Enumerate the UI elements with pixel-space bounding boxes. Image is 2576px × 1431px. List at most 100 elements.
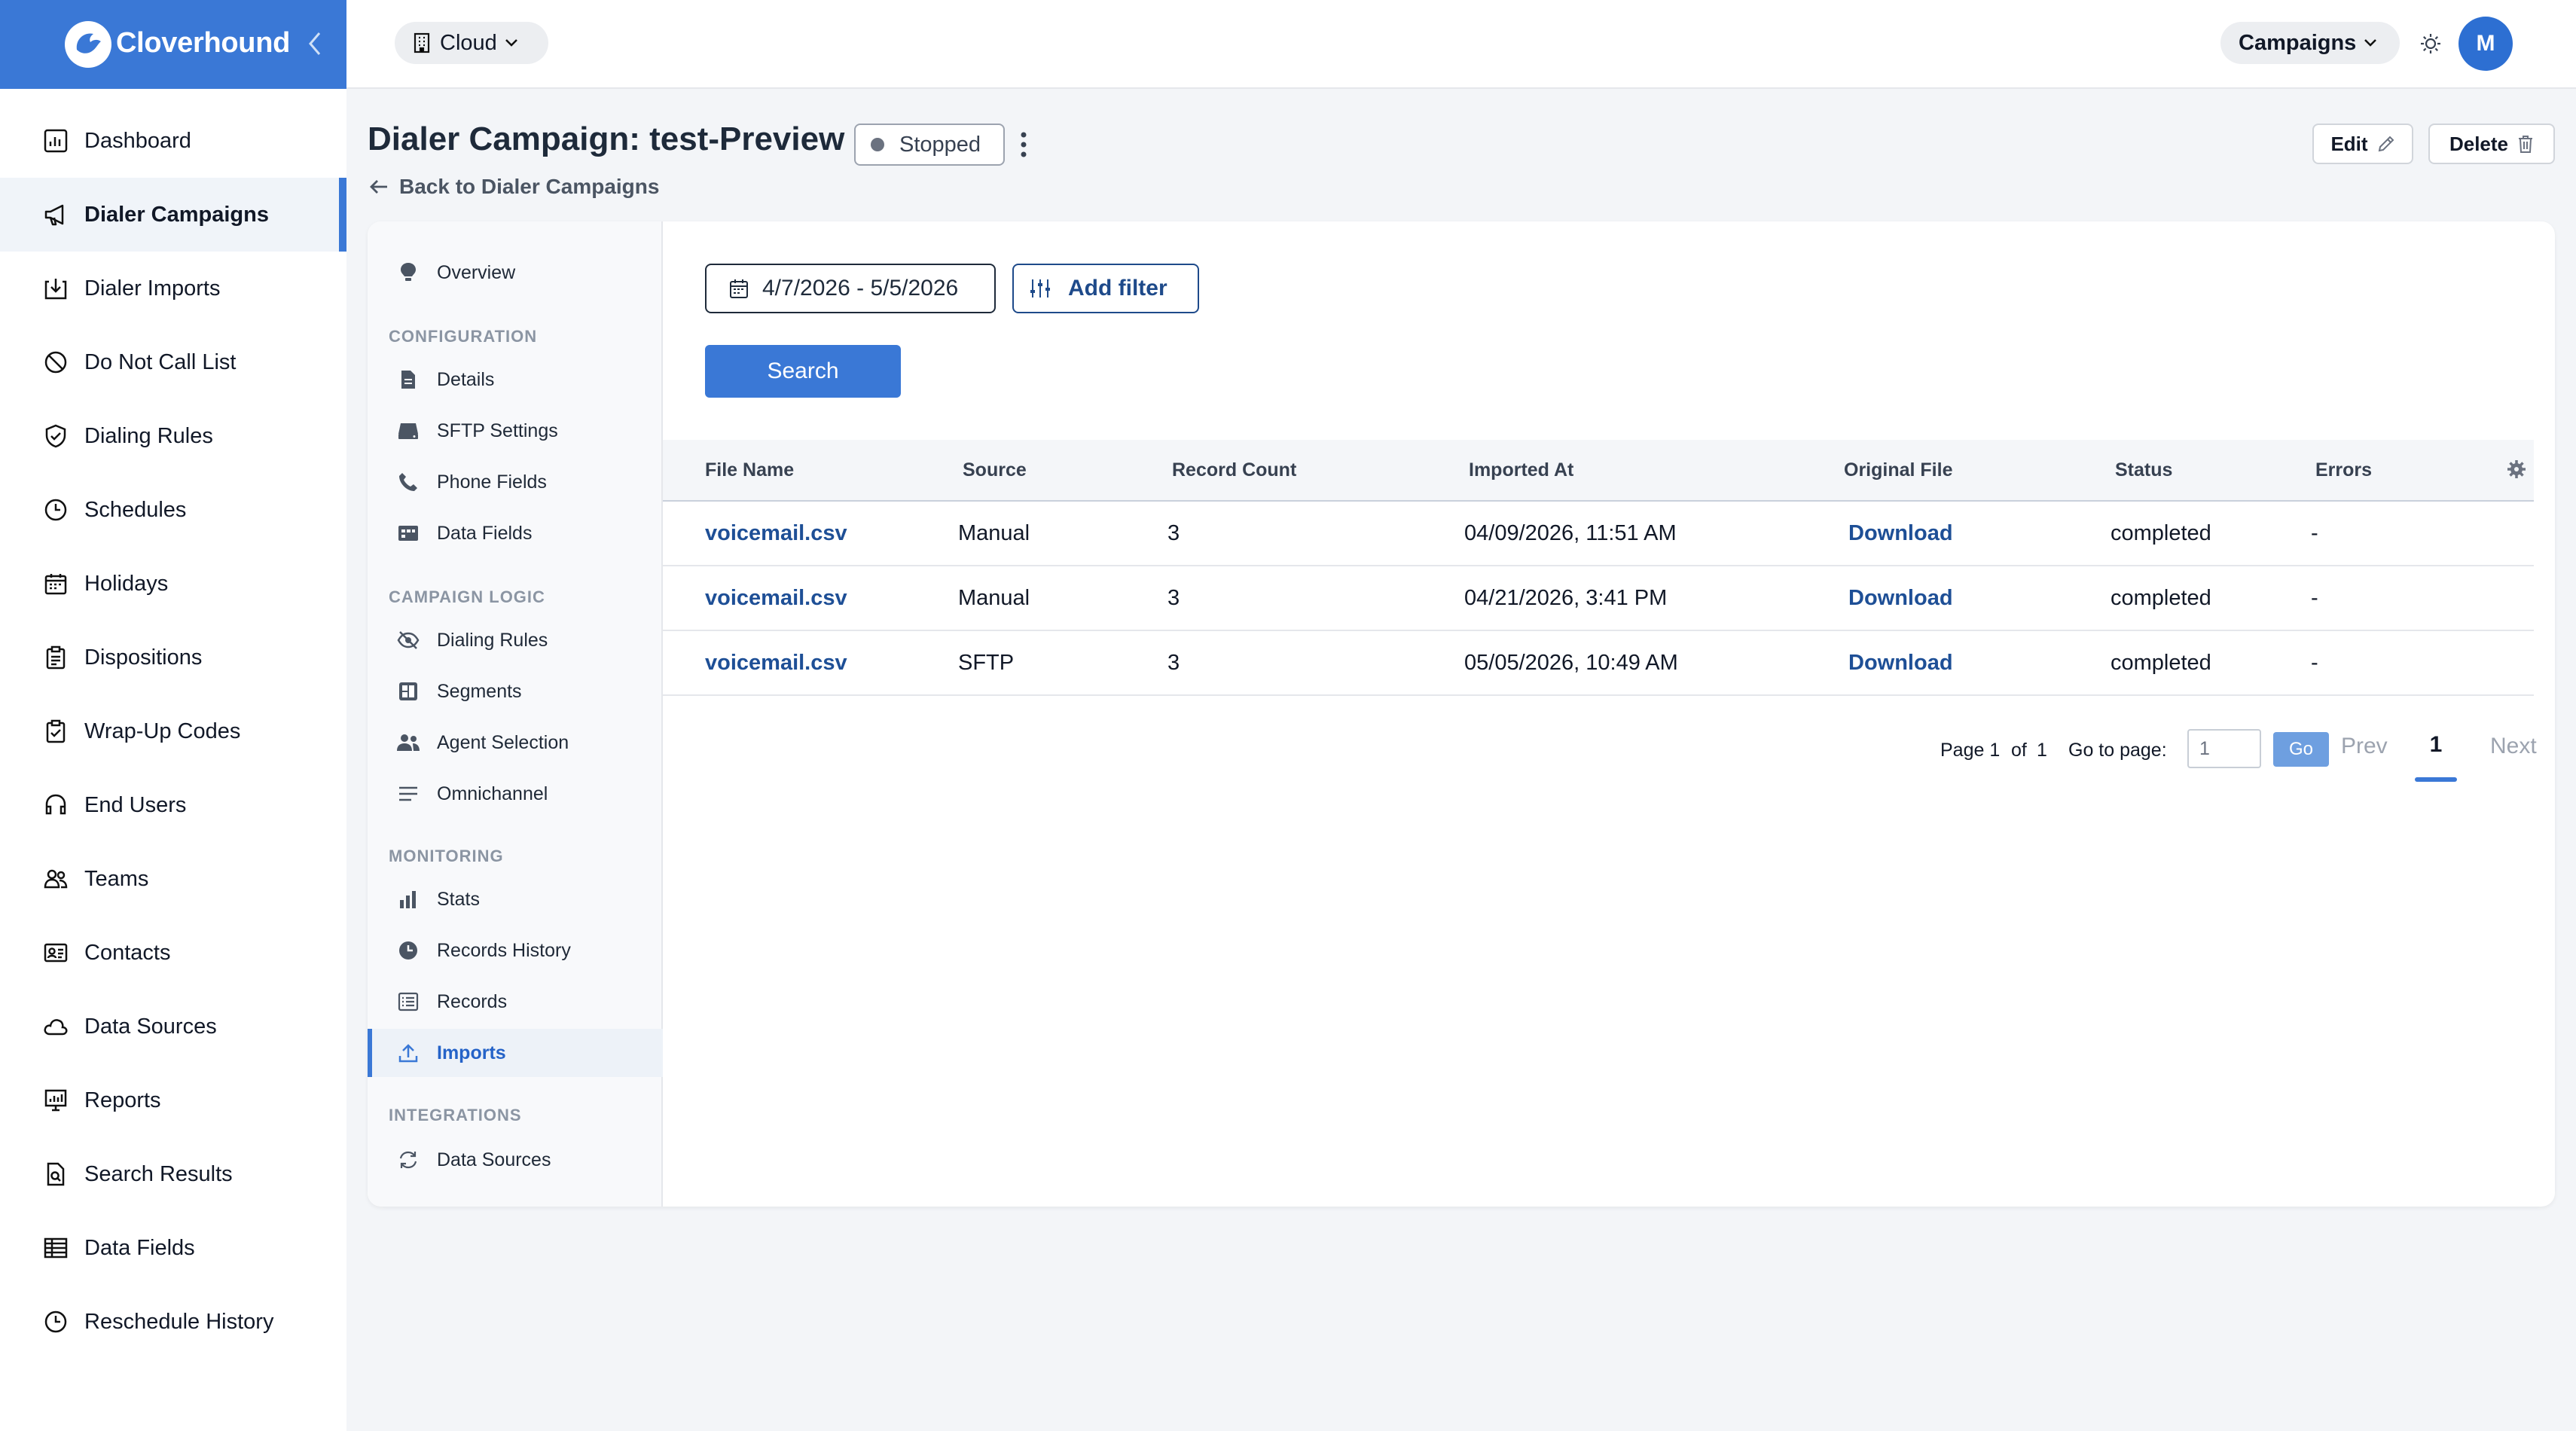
status-dot-icon bbox=[871, 138, 884, 151]
column-header-status[interactable]: Status bbox=[2115, 459, 2172, 481]
sun-icon[interactable] bbox=[2416, 29, 2445, 58]
source-cell: SFTP bbox=[958, 651, 1015, 675]
total-pages: 1 bbox=[2037, 740, 2047, 761]
collapse-sidebar-icon[interactable] bbox=[301, 29, 328, 59]
more-options-icon[interactable] bbox=[1012, 128, 1035, 161]
sidebar-item-label: Holidays bbox=[84, 571, 169, 596]
user-avatar[interactable]: M bbox=[2458, 17, 2513, 71]
column-header-imported-at[interactable]: Imported At bbox=[1469, 459, 1573, 481]
sidebar-item-label: Dialing Rules bbox=[84, 423, 213, 448]
org-selector[interactable]: Cloud bbox=[395, 22, 548, 64]
sidebar-item-dashboard[interactable]: Dashboard bbox=[0, 104, 346, 178]
subnav-item-details[interactable]: Details bbox=[368, 355, 663, 404]
subnav-item-overview[interactable]: Overview bbox=[368, 249, 663, 297]
subnav-label: Data Fields bbox=[437, 522, 533, 544]
sidebar-item-holidays[interactable]: Holidays bbox=[0, 547, 346, 621]
subnav-item-data-sources[interactable]: Data Sources bbox=[368, 1136, 663, 1184]
subnav-item-segments[interactable]: Segments bbox=[368, 667, 663, 716]
column-header-original-file[interactable]: Original File bbox=[1844, 459, 1952, 481]
subnav-item-omnichannel[interactable]: Omnichannel bbox=[368, 770, 663, 818]
file-name-link[interactable]: voicemail.csv bbox=[705, 651, 847, 676]
sidebar-item-dispositions[interactable]: Dispositions bbox=[0, 621, 346, 694]
sidebar-item-search-results[interactable]: Search Results bbox=[0, 1137, 346, 1211]
subnav-item-phone-fields[interactable]: Phone Fields bbox=[368, 458, 663, 506]
calendar-icon bbox=[729, 278, 749, 299]
go-button[interactable]: Go bbox=[2273, 732, 2329, 767]
goto-page-input[interactable]: 1 bbox=[2187, 729, 2261, 768]
sidebar-item-label: Dispositions bbox=[84, 645, 203, 670]
status-label: Stopped bbox=[899, 132, 981, 157]
sidebar-item-label: Dialer Campaigns bbox=[84, 202, 269, 227]
sidebar-item-teams[interactable]: Teams bbox=[0, 842, 346, 916]
subnav-label: Agent Selection bbox=[437, 731, 569, 753]
back-to-campaigns-link[interactable]: Back to Dialer Campaigns bbox=[369, 175, 659, 199]
sidebar-item-reports[interactable]: Reports bbox=[0, 1063, 346, 1137]
sidebar-item-dialer-campaigns[interactable]: Dialer Campaigns bbox=[0, 178, 346, 252]
bar-chart-icon bbox=[395, 886, 422, 913]
sidebar-item-do-not-call-list[interactable]: Do Not Call List bbox=[0, 325, 346, 399]
download-link[interactable]: Download bbox=[1848, 586, 1953, 611]
sidebar-item-contacts[interactable]: Contacts bbox=[0, 916, 346, 990]
table-header: File Name Source Record Count Imported A… bbox=[663, 440, 2534, 502]
gear-icon[interactable] bbox=[2507, 459, 2529, 482]
sidebar-item-end-users[interactable]: End Users bbox=[0, 768, 346, 842]
table-row: voicemail.csv Manual 3 04/09/2026, 11:51… bbox=[663, 502, 2534, 566]
download-link[interactable]: Download bbox=[1848, 521, 1953, 546]
sliders-icon bbox=[1029, 278, 1051, 299]
brand-name[interactable]: Cloverhound bbox=[116, 27, 290, 59]
cloverhound-logo-icon[interactable] bbox=[65, 21, 111, 68]
sidebar-item-data-sources[interactable]: Data Sources bbox=[0, 990, 346, 1063]
segments-icon bbox=[395, 678, 422, 705]
download-link[interactable]: Download bbox=[1848, 651, 1953, 676]
subnav-item-sftp-settings[interactable]: SFTP Settings bbox=[368, 407, 663, 455]
page-indicator: Page 1 bbox=[1940, 740, 2001, 761]
sidebar-item-label: Reports bbox=[84, 1088, 161, 1112]
column-header-errors[interactable]: Errors bbox=[2315, 459, 2372, 481]
subnav-item-records[interactable]: Records bbox=[368, 978, 663, 1026]
building-icon bbox=[413, 32, 431, 53]
file-name-link[interactable]: voicemail.csv bbox=[705, 521, 847, 546]
subnav-item-agent-selection[interactable]: Agent Selection bbox=[368, 719, 663, 767]
subnav-item-records-history[interactable]: Records History bbox=[368, 926, 663, 975]
column-header-file-name[interactable]: File Name bbox=[705, 459, 794, 481]
add-filter-button[interactable]: Add filter bbox=[1012, 264, 1199, 313]
subnav-item-dialing-rules[interactable]: Dialing Rules bbox=[368, 616, 663, 664]
file-name-link[interactable]: voicemail.csv bbox=[705, 586, 847, 611]
document-icon bbox=[395, 366, 422, 393]
sidebar-item-data-fields[interactable]: Data Fields bbox=[0, 1211, 346, 1285]
pagination: Page 1 of 1 Go to page: 1 Go Prev 1 Next bbox=[663, 722, 2555, 782]
refresh-icon bbox=[395, 1146, 422, 1173]
record-count-cell: 3 bbox=[1167, 651, 1180, 675]
subnav-heading-configuration: CONFIGURATION bbox=[389, 327, 538, 346]
sidebar-item-dialing-rules[interactable]: Dialing Rules bbox=[0, 399, 346, 473]
sidebar-item-wrap-up-codes[interactable]: Wrap-Up Codes bbox=[0, 694, 346, 768]
column-header-record-count[interactable]: Record Count bbox=[1172, 459, 1296, 481]
delete-label: Delete bbox=[2449, 132, 2509, 155]
imports-table: File Name Source Record Count Imported A… bbox=[663, 440, 2534, 696]
column-header-source[interactable]: Source bbox=[963, 459, 1027, 481]
upload-icon bbox=[395, 1039, 422, 1066]
page-number-button[interactable]: 1 bbox=[2415, 732, 2457, 782]
search-button[interactable]: Search bbox=[705, 345, 901, 398]
date-range-picker[interactable]: 4/7/2026 - 5/5/2026 bbox=[705, 264, 996, 313]
subnav-label: SFTP Settings bbox=[437, 420, 558, 441]
sidebar-item-schedules[interactable]: Schedules bbox=[0, 473, 346, 547]
subnav-item-stats[interactable]: Stats bbox=[368, 875, 663, 923]
subnav-item-imports[interactable]: Imports bbox=[368, 1029, 663, 1077]
subnav-item-data-fields[interactable]: Data Fields bbox=[368, 509, 663, 557]
imported-at-cell: 04/09/2026, 11:51 AM bbox=[1464, 521, 1677, 545]
subnav-label: Segments bbox=[437, 680, 522, 702]
chevron-down-icon bbox=[505, 38, 518, 47]
status-badge: Stopped bbox=[854, 124, 1005, 166]
brand-header: Cloverhound bbox=[0, 0, 346, 89]
app-switcher[interactable]: Campaigns bbox=[2220, 22, 2400, 64]
campaign-subnav: Overview CONFIGURATION Details SFTP Sett… bbox=[368, 221, 663, 1207]
edit-button[interactable]: Edit bbox=[2312, 124, 2413, 164]
prev-page-button[interactable]: Prev bbox=[2341, 734, 2388, 759]
next-page-button[interactable]: Next bbox=[2490, 734, 2537, 759]
subnav-label: Details bbox=[437, 368, 495, 390]
dashboard-icon bbox=[41, 126, 71, 156]
delete-button[interactable]: Delete bbox=[2428, 124, 2555, 164]
sidebar-item-dialer-imports[interactable]: Dialer Imports bbox=[0, 252, 346, 325]
sidebar-item-reschedule-history[interactable]: Reschedule History bbox=[0, 1285, 346, 1359]
